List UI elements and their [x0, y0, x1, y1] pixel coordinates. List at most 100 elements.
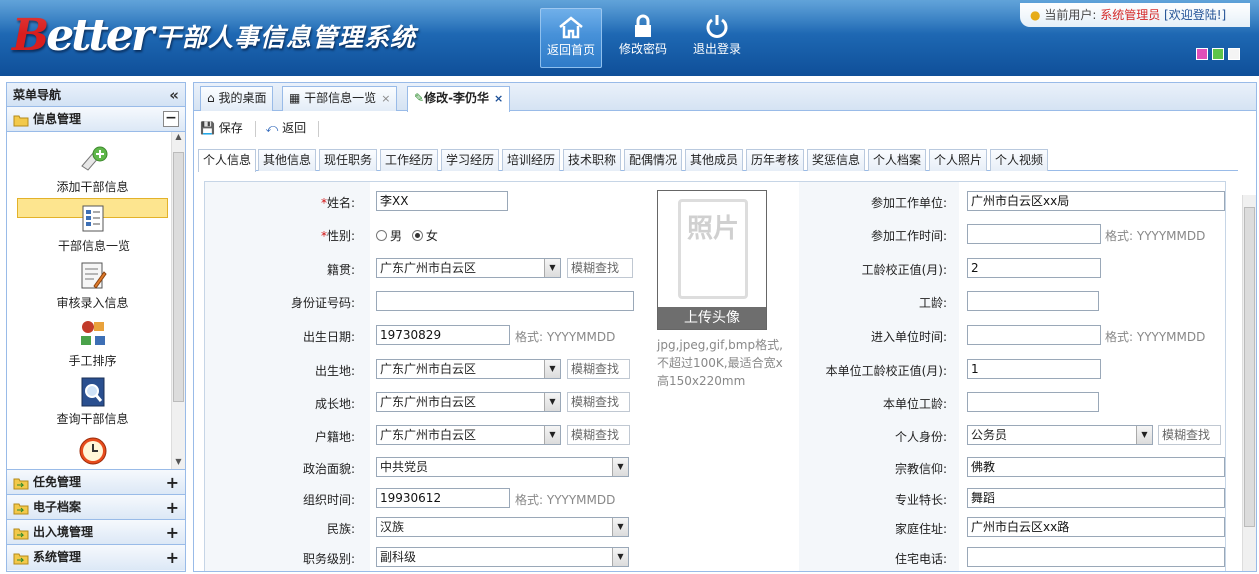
skin-white-swatch[interactable] [1228, 48, 1240, 60]
save-button[interactable]: 💾 保存 [200, 116, 243, 140]
chevron-down-icon: ▼ [544, 393, 560, 411]
subtab-14[interactable]: 个人视频 [990, 149, 1048, 171]
photo-box: 照片 上传头像 [657, 190, 767, 330]
expand-group-icon[interactable]: + [166, 545, 179, 570]
subtab-10[interactable]: 历年考核 [746, 149, 804, 171]
menu-item-review[interactable]: 审核录入信息 [17, 256, 168, 312]
org-time-input[interactable]: 19930612 [376, 488, 510, 508]
id-card-input[interactable] [376, 291, 634, 311]
birthplace-select[interactable]: 广东广州市白云区 ▼ [376, 359, 561, 379]
identity-select[interactable]: 公务员 ▼ [967, 425, 1153, 445]
collapse-group-icon[interactable]: − [163, 111, 179, 127]
skin-pink-swatch[interactable] [1196, 48, 1208, 60]
religion-input[interactable]: 佛教 [967, 457, 1225, 477]
menu-item-cadre-list[interactable]: 干部信息一览 [17, 198, 168, 253]
politics-select[interactable]: 中共党员 ▼ [376, 457, 629, 477]
menu-group-appointment[interactable]: 任免管理 + [7, 470, 185, 495]
tab-edit-cadre[interactable]: ✎修改-李仍华 × [407, 86, 511, 112]
menu-group-exit-entry[interactable]: 出入境管理 + [7, 520, 185, 545]
expand-group-icon[interactable]: + [166, 495, 179, 520]
current-user-box: ● 当前用户: 系统管理员 [欢迎登陆!] [1020, 3, 1250, 27]
logout-button[interactable]: 退出登录 [686, 8, 748, 68]
expand-group-icon[interactable]: + [166, 470, 179, 495]
male-label: 男 [390, 229, 403, 243]
specialty-input[interactable]: 舞蹈 [967, 488, 1225, 508]
household-select[interactable]: 广东广州市白云区 ▼ [376, 425, 561, 445]
alarm-clock-icon [79, 437, 106, 465]
menu-group-label: 任免管理 [33, 475, 82, 489]
app-header: Better 干部人事信息管理系统 返回首页 修改密码 退出登录 ● 当前用户:… [0, 0, 1259, 76]
grow-place-fuzzy-search[interactable]: 模糊查找 [567, 392, 630, 412]
subtab-6[interactable]: 培训经历 [502, 149, 560, 171]
tab-label: 修改-李仍华 [424, 91, 490, 105]
subtab-13[interactable]: 个人照片 [929, 149, 987, 171]
content-scroll-thumb[interactable] [1244, 207, 1255, 527]
sidebar-header: 菜单导航 « [7, 83, 185, 107]
work-time-input[interactable] [967, 224, 1101, 244]
home-phone-input[interactable] [967, 547, 1225, 567]
home-button[interactable]: 返回首页 [540, 8, 602, 68]
chevron-down-icon: ▼ [1136, 426, 1152, 444]
lock-icon [635, 14, 651, 37]
list-view-icon [82, 205, 104, 232]
birthplace-fuzzy-search[interactable]: 模糊查找 [567, 359, 630, 379]
back-button[interactable]: ⤺ 返回 [265, 116, 306, 140]
household-fuzzy-search[interactable]: 模糊查找 [567, 425, 630, 445]
content-scrollbar[interactable] [1242, 195, 1256, 571]
scroll-down-arrow[interactable]: ▼ [172, 457, 185, 469]
subtab-4[interactable]: 工作经历 [380, 149, 438, 171]
ethnicity-value: 汉族 [380, 520, 405, 534]
scroll-up-arrow[interactable]: ▲ [172, 132, 185, 144]
close-tab-icon[interactable]: × [381, 92, 390, 105]
rank-select[interactable]: 副科级 ▼ [376, 547, 629, 567]
scroll-thumb[interactable] [173, 152, 184, 402]
menu-item-reminder[interactable] [17, 430, 168, 469]
name-input[interactable]: 李XX [376, 191, 508, 211]
tab-my-desktop[interactable]: ⌂ 我的桌面 [200, 86, 274, 111]
menu-group-info[interactable]: 信息管理 − [7, 107, 185, 132]
enter-unit-time-label: 进入单位时间: [870, 330, 947, 344]
tab-cadre-list[interactable]: ▦ 干部信息一览 × [282, 86, 398, 111]
male-radio[interactable] [376, 230, 387, 241]
menu-scrollbar[interactable]: ▲ ▼ [171, 132, 185, 469]
native-place-fuzzy-search[interactable]: 模糊查找 [567, 258, 633, 278]
menu-group-system[interactable]: 系统管理 + [7, 545, 185, 570]
rank-label: 职务级别: [302, 552, 355, 566]
upload-avatar-button[interactable]: 上传头像 [658, 307, 766, 329]
work-unit-input[interactable]: 广州市白云区xx局 [967, 191, 1225, 211]
menu-group-e-archive[interactable]: 电子档案 + [7, 495, 185, 520]
enter-unit-time-input[interactable] [967, 325, 1101, 345]
identity-fuzzy-search[interactable]: 模糊查找 [1158, 425, 1221, 445]
birth-date-input[interactable]: 19730829 [376, 325, 510, 345]
change-password-button[interactable]: 修改密码 [612, 8, 674, 68]
menu-item-query[interactable]: 查询干部信息 [17, 372, 168, 428]
expand-group-icon[interactable]: + [166, 520, 179, 545]
menu-item-add-cadre[interactable]: 添加干部信息 [17, 140, 168, 196]
subtab-3[interactable]: 现任职务 [319, 149, 377, 171]
subtab-7[interactable]: 技术职称 [563, 149, 621, 171]
native-place-select[interactable]: 广东广州市白云区 ▼ [376, 258, 561, 278]
subtab-12[interactable]: 个人档案 [868, 149, 926, 171]
female-radio[interactable] [411, 230, 423, 241]
subtab-1[interactable]: 个人信息 [198, 149, 256, 172]
subtab-5[interactable]: 学习经历 [441, 149, 499, 171]
ethnicity-select[interactable]: 汉族 ▼ [376, 517, 629, 537]
grow-place-select[interactable]: 广东广州市白云区 ▼ [376, 392, 561, 412]
menu-item-manual-sort[interactable]: 手工排序 [17, 314, 168, 370]
skin-switcher [1196, 48, 1244, 63]
subtab-2[interactable]: 其他信息 [258, 149, 316, 171]
unit-seniority-adjust-input[interactable]: 1 [967, 359, 1101, 379]
unit-seniority-input[interactable] [967, 392, 1099, 412]
seniority-input[interactable] [967, 291, 1099, 311]
seniority-adjust-input[interactable]: 2 [967, 258, 1101, 278]
skin-green-swatch[interactable] [1212, 48, 1224, 60]
pencil-icon: ✎ [414, 91, 425, 105]
address-input[interactable]: 广州市白云区xx路 [967, 517, 1225, 537]
subtab-11[interactable]: 奖惩信息 [807, 149, 865, 171]
politics-label: 政治面貌: [302, 462, 355, 476]
collapse-sidebar-icon[interactable]: « [169, 83, 179, 107]
close-tab-icon[interactable]: × [494, 92, 503, 105]
table-small-icon: ▦ [289, 91, 301, 105]
subtab-9[interactable]: 其他成员 [685, 149, 743, 171]
subtab-8[interactable]: 配偶情况 [624, 149, 682, 171]
